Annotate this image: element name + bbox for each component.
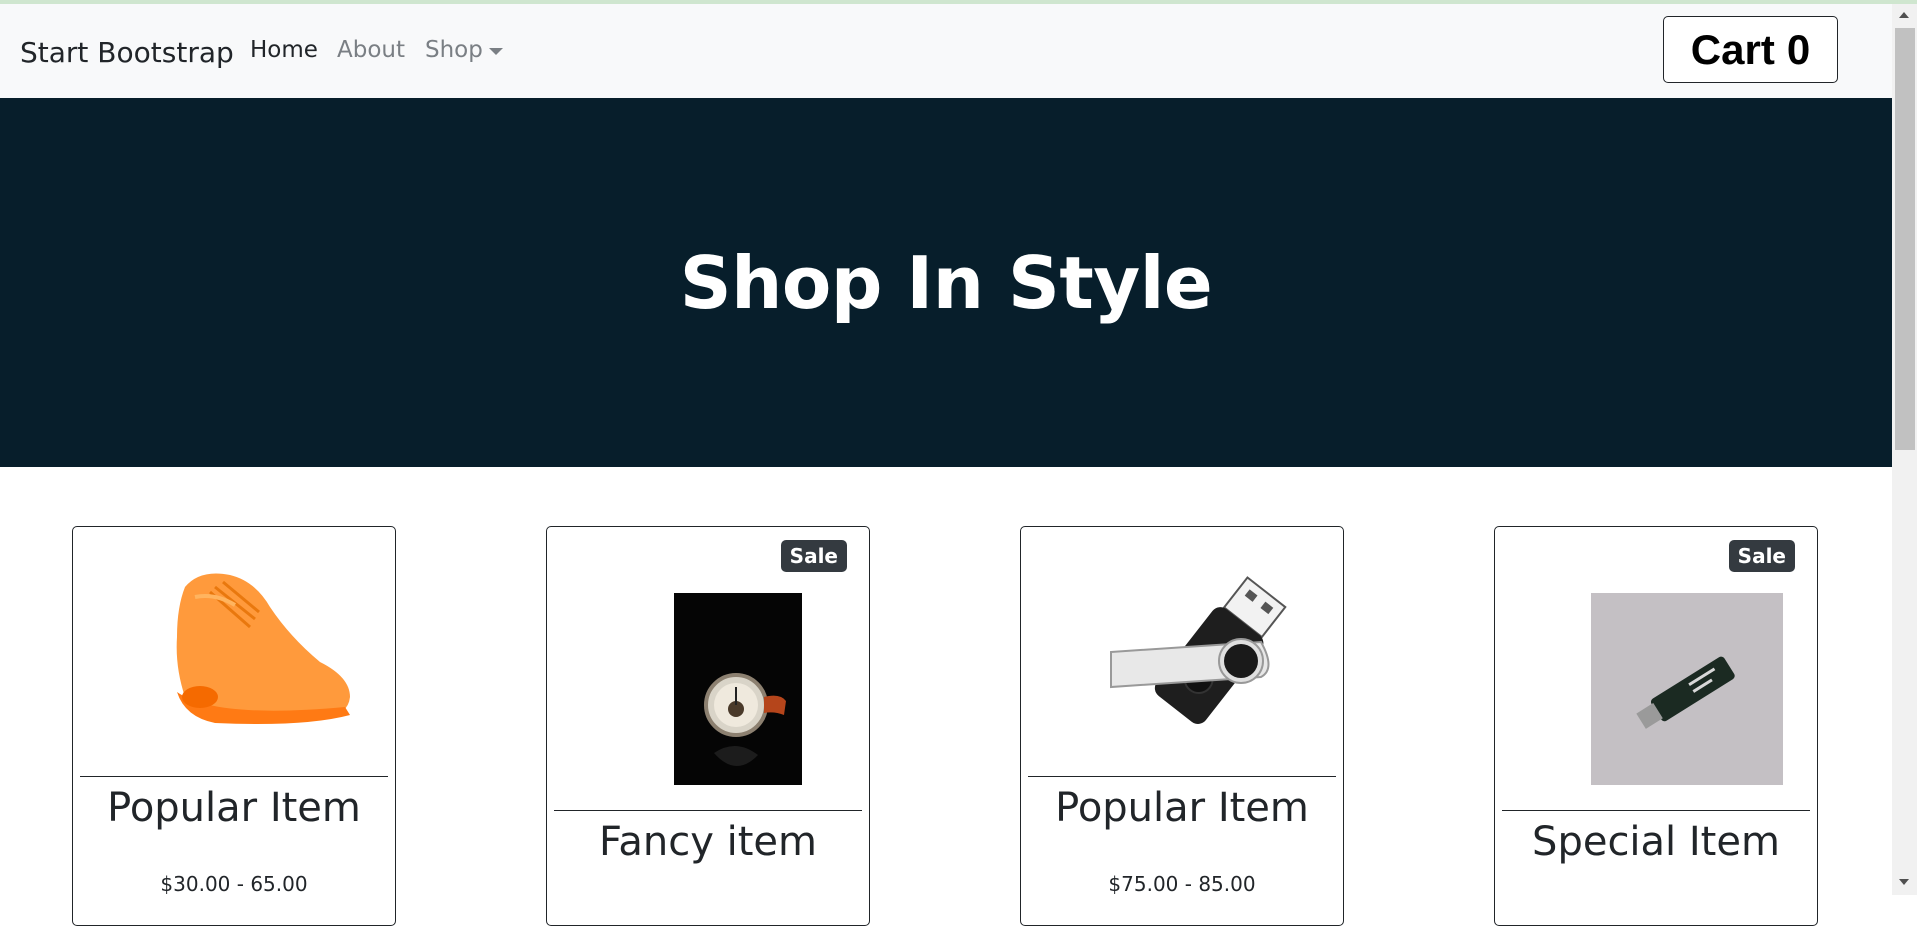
cart-count: 0 <box>1786 25 1811 73</box>
nav-shop-dropdown[interactable]: Shop <box>425 37 503 63</box>
scrollbar-thumb[interactable] <box>1895 28 1915 450</box>
product-price: $75.00 - 85.00 <box>1108 872 1256 896</box>
sale-badge: Sale <box>1728 540 1795 572</box>
product-title: Popular Item <box>107 785 361 831</box>
orange-sneaker-image <box>155 557 365 732</box>
product-title: Fancy item <box>599 819 817 865</box>
cart-label: Cart <box>1690 25 1775 73</box>
card-divider <box>80 776 388 777</box>
hero-banner: Shop In Style <box>0 98 1892 467</box>
nav-about-link[interactable]: About <box>337 37 405 63</box>
wristwatch-image <box>674 593 802 785</box>
product-title: Popular Item <box>1055 785 1309 831</box>
cart-button[interactable]: Cart 0 <box>1663 16 1838 83</box>
sale-badge: Sale <box>780 540 847 572</box>
card-divider <box>554 810 862 811</box>
card-divider <box>1028 776 1336 777</box>
scroll-up-icon[interactable] <box>1899 12 1909 18</box>
usb-stick-image <box>1591 593 1783 785</box>
usb-flash-drive-image <box>1101 557 1311 742</box>
product-card[interactable]: Sale Special Item <box>1494 526 1818 926</box>
card-divider <box>1502 810 1810 811</box>
product-price: $30.00 - 65.00 <box>160 872 308 896</box>
nav-home-link[interactable]: Home <box>250 37 318 63</box>
product-title: Special Item <box>1532 819 1780 865</box>
brand-link[interactable]: Start Bootstrap <box>20 36 234 69</box>
chevron-down-icon <box>488 47 503 55</box>
scroll-down-icon[interactable] <box>1899 879 1909 885</box>
product-card[interactable]: Popular Item $30.00 - 65.00 <box>72 526 396 926</box>
navbar: Start Bootstrap Home About Shop Cart 0 <box>0 4 1892 98</box>
nav-shop-label: Shop <box>425 37 483 63</box>
hero-title: Shop In Style <box>679 240 1213 325</box>
product-card[interactable]: Popular Item $75.00 - 85.00 <box>1020 526 1344 926</box>
product-card[interactable]: Sale Fancy item <box>546 526 870 926</box>
